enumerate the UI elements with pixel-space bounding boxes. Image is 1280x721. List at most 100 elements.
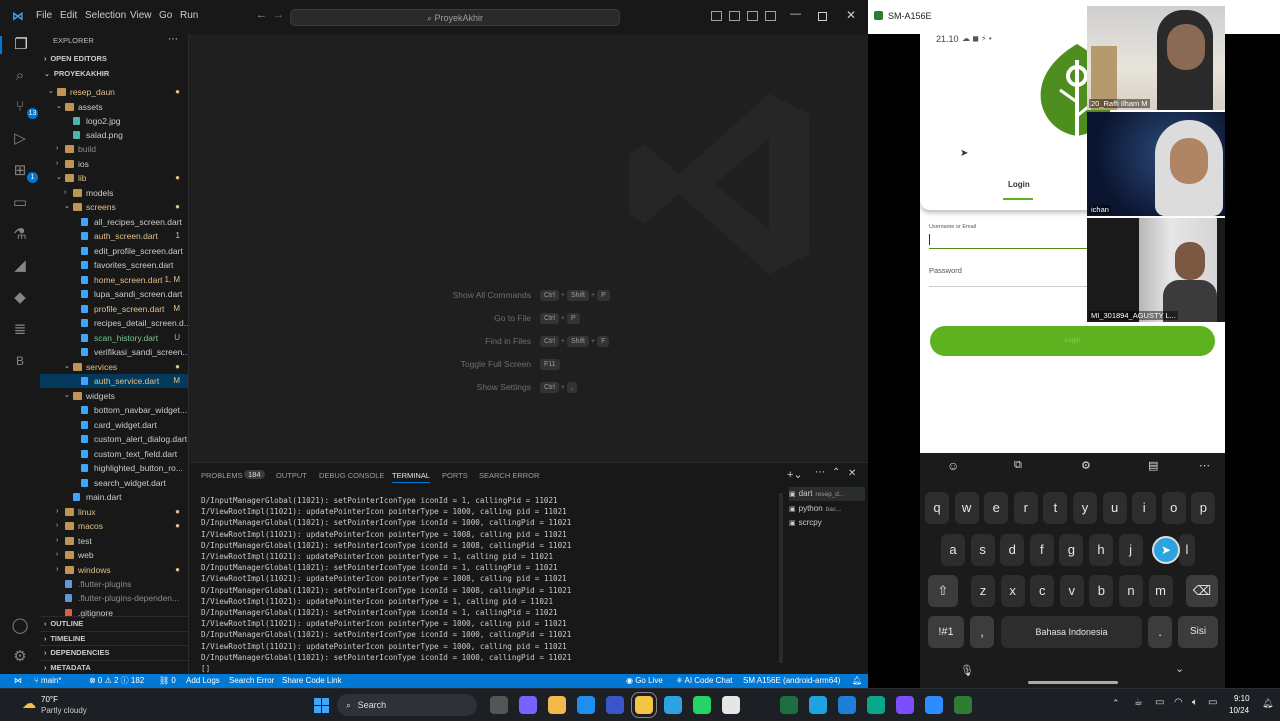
- edge-dev-icon[interactable]: [867, 696, 885, 714]
- edge-icon[interactable]: [809, 696, 827, 714]
- panel-more-icon[interactable]: ⋯: [815, 467, 825, 478]
- zoom-icon[interactable]: [925, 696, 943, 714]
- tree-item[interactable]: › windows ●: [40, 563, 188, 577]
- taskbar-search[interactable]: ⌕ Search: [337, 694, 477, 716]
- more-actions-icon[interactable]: ⋯: [168, 34, 178, 45]
- key-h[interactable]: h: [1089, 534, 1113, 566]
- run-debug-icon[interactable]: ▷: [11, 130, 29, 148]
- key-p[interactable]: p: [1191, 492, 1216, 524]
- tree-item[interactable]: ⌄ resep_daun ●: [40, 85, 188, 99]
- forward-arrow-icon[interactable]: →: [273, 9, 284, 21]
- period-key[interactable]: .: [1148, 616, 1172, 648]
- hide-keyboard-icon[interactable]: ⌄: [1175, 662, 1184, 675]
- key-j[interactable]: j: [1118, 534, 1143, 566]
- space-key[interactable]: Bahasa Indonesia: [1001, 616, 1142, 648]
- go-live-button[interactable]: ◉ Go Live: [626, 674, 663, 688]
- key-d[interactable]: d: [1000, 534, 1025, 566]
- terminal-instance[interactable]: ▣ scrcpy: [789, 516, 865, 530]
- enter-key[interactable]: Sisi: [1178, 616, 1218, 648]
- terminal-instance[interactable]: ▣ dart resep_d...: [789, 487, 865, 501]
- tree-item[interactable]: custom_text_field.dart: [40, 447, 188, 461]
- tree-item[interactable]: .flutter-plugins-dependen...: [40, 591, 188, 605]
- remote-indicator-icon[interactable]: ⋈: [14, 674, 22, 688]
- key-m[interactable]: m: [1148, 575, 1173, 607]
- tree-item[interactable]: ⌄ screens ●: [40, 200, 188, 214]
- key-e[interactable]: e: [984, 492, 1009, 524]
- close-icon[interactable]: ✕: [846, 8, 856, 22]
- tree-item[interactable]: › web: [40, 548, 188, 562]
- python-icon[interactable]: ◆: [11, 289, 29, 307]
- tray-overflow-icon[interactable]: ⌃: [1112, 698, 1120, 709]
- tree-item[interactable]: lupa_sandi_screen.dart: [40, 287, 188, 301]
- key-z[interactable]: z: [971, 575, 995, 607]
- problems-status[interactable]: ⊗ 0 ⚠ 2 ⓘ 182: [89, 674, 144, 688]
- tree-item[interactable]: auth_service.dart M: [40, 374, 188, 388]
- key-w[interactable]: w: [954, 492, 979, 524]
- github-desktop-icon[interactable]: [896, 696, 914, 714]
- symbols-key[interactable]: !#1: [928, 616, 964, 648]
- excel-icon[interactable]: [780, 696, 798, 714]
- tree-item[interactable]: logo2.jpg: [40, 114, 188, 128]
- menu-run[interactable]: Run: [180, 10, 198, 21]
- microphone-icon[interactable]: 🎙︎: [960, 664, 974, 677]
- tree-item[interactable]: ⌄ assets: [40, 100, 188, 114]
- clock-time[interactable]: 9:10: [1234, 694, 1250, 703]
- open-editors-section[interactable]: › OPEN EDITORS: [40, 52, 188, 66]
- keyboard-settings-icon[interactable]: ⚙: [1081, 459, 1091, 472]
- explorer-icon[interactable]: ❐: [0, 36, 40, 54]
- tree-item[interactable]: home_screen.dart 1, M: [40, 273, 188, 287]
- volume-icon[interactable]: 🔈︎: [1192, 697, 1198, 708]
- backspace-key[interactable]: ⌫: [1186, 575, 1218, 607]
- share-code-link-button[interactable]: Share Code Link: [282, 674, 342, 688]
- wifi-icon[interactable]: ◠: [1174, 697, 1183, 708]
- tree-item[interactable]: › linux ●: [40, 505, 188, 519]
- key-f[interactable]: f: [1029, 534, 1054, 566]
- toggle-secondary-sidebar-icon[interactable]: [747, 11, 758, 21]
- tray-app-2-icon[interactable]: ▭: [1155, 697, 1164, 708]
- shortcut-label[interactable]: Toggle Full Screen: [461, 359, 531, 369]
- tree-item[interactable]: highlighted_button_ro...: [40, 461, 188, 475]
- database-icon[interactable]: ≣: [11, 321, 29, 339]
- tree-item[interactable]: card_widget.dart: [40, 418, 188, 432]
- menu-file[interactable]: File: [36, 10, 52, 21]
- project-section[interactable]: ⌄ PROYEKAKHIR: [40, 67, 188, 81]
- video-tile-3[interactable]: MI_301894_AGUSTY L...: [1087, 218, 1225, 322]
- weather-desc[interactable]: Partly cloudy: [41, 706, 87, 715]
- notification-bell-icon[interactable]: 🔔︎: [1262, 698, 1273, 709]
- key-y[interactable]: y: [1073, 492, 1097, 524]
- account-icon[interactable]: ◯: [11, 617, 29, 635]
- tree-item[interactable]: bottom_navbar_widget....: [40, 403, 188, 417]
- tree-item[interactable]: ⌄ lib ●: [40, 171, 188, 185]
- key-r[interactable]: r: [1013, 492, 1038, 524]
- close-panel-icon[interactable]: ✕: [848, 468, 856, 479]
- tree-item[interactable]: verifikasi_sandi_screen....: [40, 345, 188, 359]
- sticker-icon[interactable]: ⧉: [1014, 459, 1022, 472]
- key-t[interactable]: t: [1043, 492, 1068, 524]
- toggle-panel-icon[interactable]: [729, 11, 740, 21]
- key-q[interactable]: q: [925, 492, 949, 524]
- shortcut-label[interactable]: Show Settings: [477, 382, 531, 392]
- section-metadata[interactable]: › METADATA: [40, 659, 188, 675]
- maximize-icon[interactable]: [818, 12, 827, 21]
- emoji-icon[interactable]: ☺: [947, 459, 959, 473]
- maximize-panel-icon[interactable]: ⌃: [832, 467, 840, 478]
- file-explorer-icon[interactable]: [548, 696, 566, 714]
- key-i[interactable]: i: [1132, 492, 1157, 524]
- vscode-icon[interactable]: [838, 696, 856, 714]
- whatsapp-icon[interactable]: [693, 696, 711, 714]
- telegram-app-icon[interactable]: ➤: [1152, 536, 1180, 564]
- settings-gear-icon[interactable]: ⚙: [11, 648, 29, 666]
- tree-item[interactable]: custom_alert_dialog.dart: [40, 432, 188, 446]
- key-x[interactable]: x: [1000, 575, 1025, 607]
- tree-item[interactable]: salad.png: [40, 128, 188, 142]
- tree-item[interactable]: › test: [40, 534, 188, 548]
- tree-item[interactable]: favorites_screen.dart: [40, 258, 188, 272]
- flutter-device-status[interactable]: SM A156E (android-arm64): [743, 674, 840, 688]
- tree-item[interactable]: ⌄ widgets: [40, 389, 188, 403]
- menu-selection[interactable]: Selection: [85, 10, 126, 21]
- sticky-notes-icon[interactable]: [631, 692, 657, 718]
- command-center-search[interactable]: ⌕ ProyekAkhir: [290, 9, 620, 26]
- tab-problems[interactable]: PROBLEMS: [201, 471, 243, 480]
- section-timeline[interactable]: › TIMELINE: [40, 630, 188, 646]
- comma-key[interactable]: ,: [970, 616, 994, 648]
